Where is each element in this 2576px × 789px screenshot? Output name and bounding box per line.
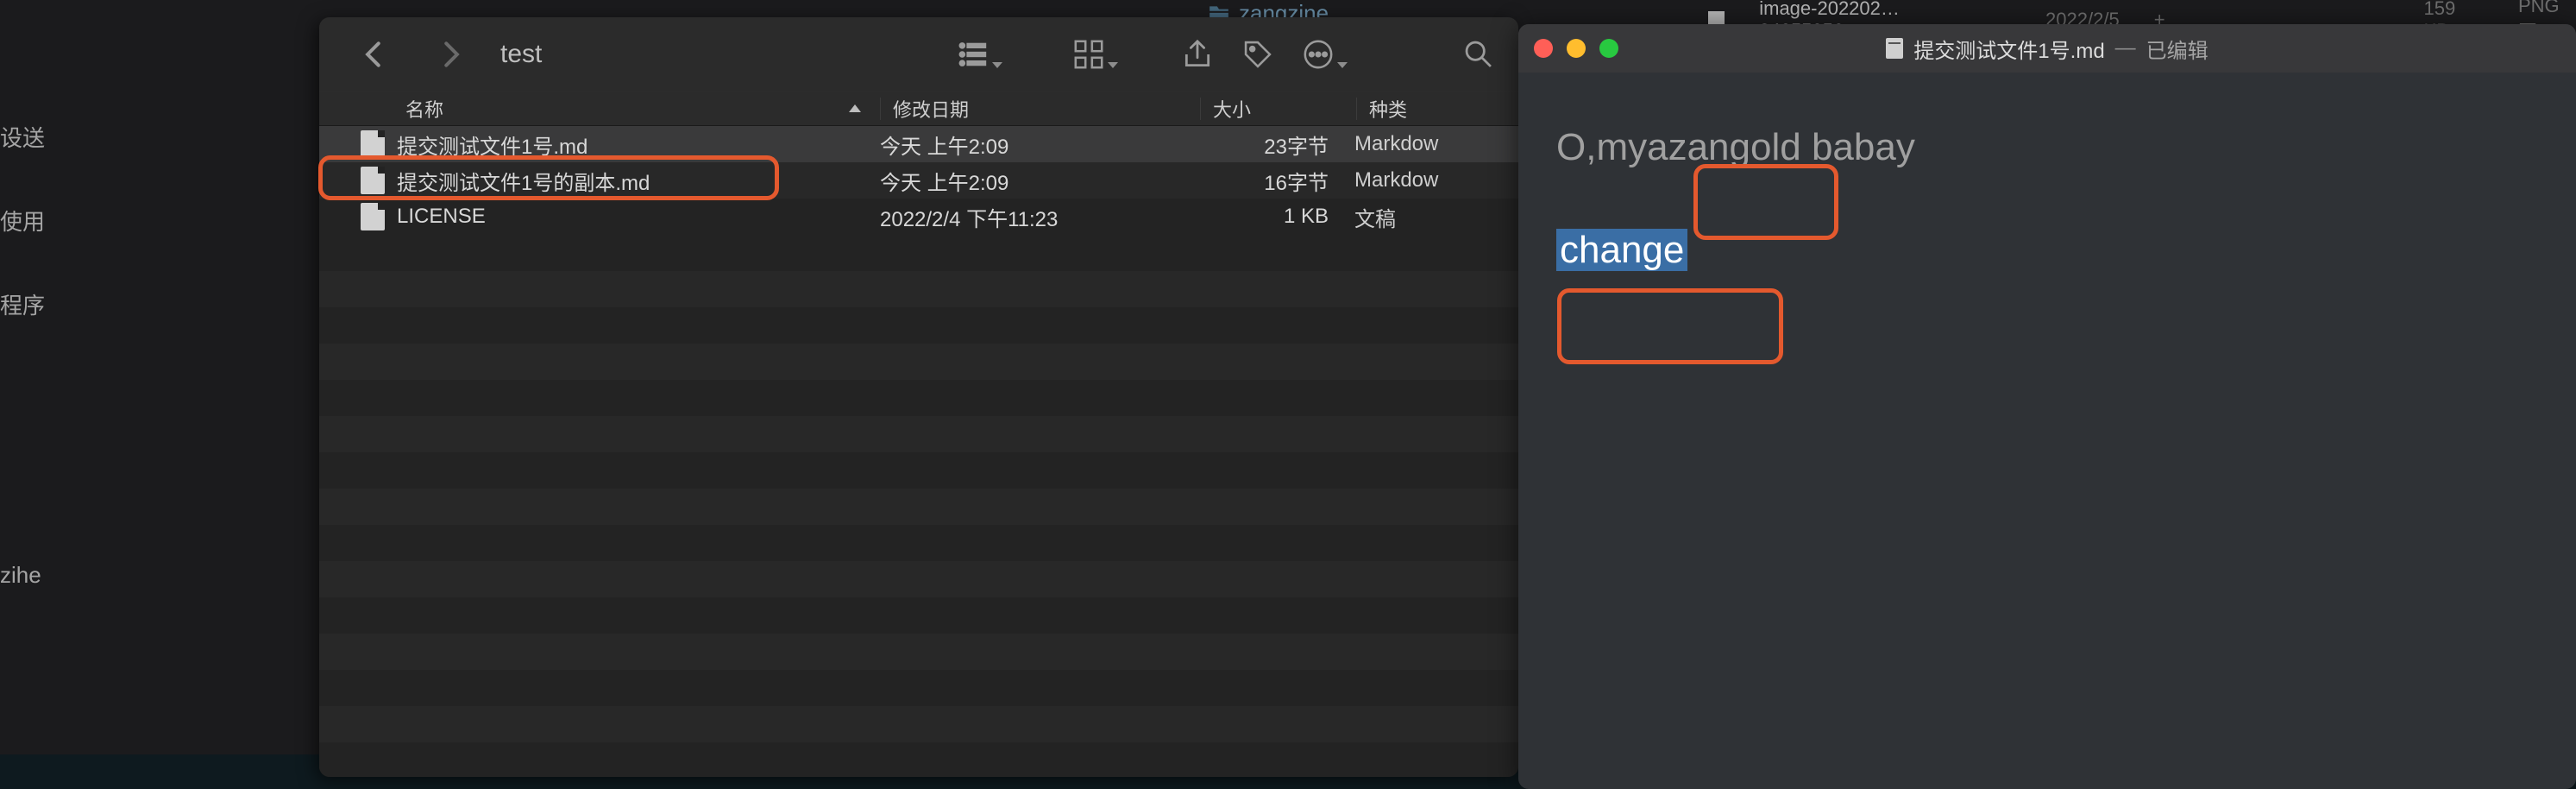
- empty-rows: [319, 235, 1518, 777]
- window-title: 提交测试文件1号.md — 已编辑: [1518, 34, 2576, 64]
- table-row[interactable]: 提交测试文件1号的副本.md 今天 上午2:09 16字节 Markdow: [319, 162, 1518, 199]
- editor-line-2: change: [1556, 225, 2538, 275]
- grid-group-icon: [1072, 38, 1105, 71]
- column-date[interactable]: 修改日期: [881, 95, 1200, 123]
- editor-line-1: O,my azang old babay: [1556, 123, 2538, 172]
- title-filename: 提交测试文件1号.md: [1913, 34, 2104, 64]
- text-segment: old babay: [1750, 123, 1915, 172]
- file-kind: 文稿: [1354, 202, 1510, 232]
- text-selection: change: [1556, 229, 1687, 271]
- search-icon: [1462, 38, 1495, 71]
- bg-left-item: 设送: [0, 121, 69, 153]
- chevron-down-icon: [1337, 62, 1348, 68]
- file-date: 今天 上午2:09: [880, 129, 1199, 160]
- chevron-down-icon: [1108, 62, 1118, 68]
- folder-title: test: [500, 40, 542, 69]
- title-edited-indicator: 已编辑: [2146, 34, 2208, 64]
- file-date: 2022/2/4 下午11:23: [880, 202, 1199, 232]
- file-list: 提交测试文件1号.md 今天 上午2:09 23字节 Markdow 提交测试文…: [319, 126, 1518, 235]
- file-name: 提交测试文件1号的副本.md: [397, 166, 650, 196]
- search-button[interactable]: [1460, 35, 1498, 73]
- table-row[interactable]: LICENSE 2022/2/4 下午11:23 1 KB 文稿: [319, 199, 1518, 235]
- editor-body[interactable]: O,my azang old babay change: [1518, 73, 2576, 325]
- file-name: 提交测试文件1号.md: [397, 129, 587, 160]
- column-date-label: 修改日期: [893, 99, 969, 121]
- file-date: 今天 上午2:09: [880, 166, 1199, 196]
- file-size: 23字节: [1199, 129, 1354, 160]
- sort-ascending-icon: [849, 104, 861, 112]
- more-circle-icon: [1302, 38, 1335, 71]
- column-size-label: 大小: [1213, 99, 1251, 121]
- title-separator: —: [2115, 36, 2136, 60]
- tags-button[interactable]: [1239, 35, 1277, 73]
- document-icon: [361, 203, 385, 230]
- bg-left-strip: 设送 使用 程序 zihe: [0, 121, 69, 589]
- group-by-button[interactable]: [1070, 35, 1108, 73]
- titlebar[interactable]: 提交测试文件1号.md — 已编辑: [1518, 24, 2576, 73]
- bg-left-item: 程序: [0, 288, 69, 320]
- document-icon: [1886, 38, 1903, 59]
- file-kind: Markdow: [1354, 132, 1510, 156]
- file-size: 1 KB: [1199, 205, 1354, 229]
- finder-window: test: [319, 17, 1518, 777]
- document-icon: [361, 167, 385, 194]
- column-header: 名称 修改日期 大小 种类: [319, 92, 1518, 126]
- bg-left-item: zihe: [0, 562, 69, 589]
- share-icon: [1181, 38, 1214, 71]
- bg-left-item: 使用: [0, 205, 69, 237]
- nav-back-button[interactable]: [355, 35, 393, 73]
- chevron-left-icon: [358, 38, 391, 71]
- column-kind[interactable]: 种类: [1357, 95, 1512, 123]
- column-name-label: 名称: [405, 95, 443, 123]
- document-icon: [361, 130, 385, 158]
- column-size[interactable]: 大小: [1201, 95, 1356, 123]
- nav-forward-button[interactable]: [431, 35, 469, 73]
- table-row[interactable]: 提交测试文件1号.md 今天 上午2:09 23字节 Markdow: [319, 126, 1518, 162]
- file-size: 16字节: [1199, 166, 1354, 196]
- text-segment: O,my: [1556, 123, 1647, 172]
- view-list-button[interactable]: [954, 35, 992, 73]
- file-kind: Markdow: [1354, 168, 1510, 193]
- text-segment-highlighted: azang: [1647, 123, 1750, 172]
- column-name[interactable]: 名称: [319, 95, 880, 123]
- more-actions-button[interactable]: [1299, 35, 1337, 73]
- chevron-down-icon: [992, 62, 1002, 68]
- column-kind-label: 种类: [1369, 99, 1407, 121]
- finder-toolbar: test: [319, 17, 1518, 92]
- chevron-right-icon: [434, 38, 467, 71]
- tag-icon: [1241, 38, 1274, 71]
- textedit-window: 提交测试文件1号.md — 已编辑 O,my azang old babay c…: [1518, 24, 2576, 789]
- list-view-icon: [957, 38, 990, 71]
- file-name: LICENSE: [397, 205, 486, 229]
- share-button[interactable]: [1178, 35, 1216, 73]
